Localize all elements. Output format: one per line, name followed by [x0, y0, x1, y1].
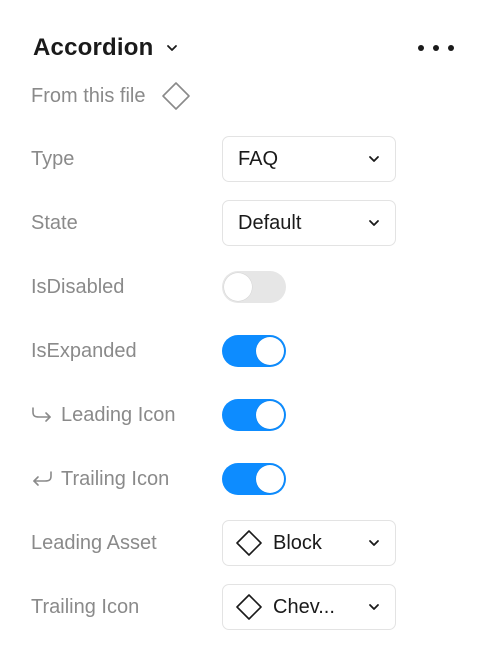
property-row-trailing-icon-swap: Trailing Icon Chev...	[31, 583, 451, 631]
properties-panel: Accordion From this file Type FAQ State …	[0, 0, 478, 655]
select-value: FAQ	[238, 147, 279, 170]
isexpanded-toggle[interactable]	[222, 335, 286, 367]
property-label: Trailing Icon	[31, 595, 140, 618]
leading-asset-select[interactable]: Block	[222, 520, 396, 566]
leading-icon-toggle[interactable]	[222, 399, 286, 431]
property-row-state: State Default	[31, 199, 451, 247]
component-diamond-icon[interactable]	[161, 81, 191, 111]
more-dot-icon	[448, 45, 454, 51]
component-diamond-icon	[235, 529, 263, 557]
return-arrow-icon	[31, 470, 53, 488]
more-dot-icon	[433, 45, 439, 51]
property-row-leading-icon: Leading Icon	[31, 391, 451, 439]
chevron-down-icon	[367, 536, 381, 550]
state-select[interactable]: Default	[222, 200, 396, 246]
property-label: Leading Icon	[61, 403, 176, 426]
chevron-down-icon[interactable]	[165, 41, 179, 55]
toggle-knob	[256, 401, 284, 429]
select-value: Block	[273, 531, 322, 554]
type-select[interactable]: FAQ	[222, 136, 396, 182]
toggle-knob	[256, 337, 284, 365]
toggle-knob	[256, 465, 284, 493]
more-dot-icon	[418, 45, 424, 51]
property-label-container: Leading Icon	[31, 404, 222, 427]
select-value: Chev...	[273, 595, 335, 618]
component-source: From this file	[31, 80, 191, 112]
property-row-leading-asset: Leading Asset Block	[31, 519, 451, 567]
trailing-icon-select[interactable]: Chev...	[222, 584, 396, 630]
component-title: Accordion	[33, 34, 154, 61]
nested-instance-arrow-icon	[31, 406, 53, 424]
property-label: IsDisabled	[31, 275, 125, 298]
chevron-down-icon	[367, 216, 381, 230]
property-label: Type	[31, 147, 75, 170]
component-diamond-icon	[235, 593, 263, 621]
select-value: Default	[238, 211, 302, 234]
property-label: State	[31, 211, 78, 234]
property-row-trailing-icon: Trailing Icon	[31, 455, 451, 503]
property-label-container: Trailing Icon	[31, 468, 222, 491]
toggle-knob	[224, 273, 252, 301]
panel-header: Accordion	[33, 28, 458, 68]
property-row-isexpanded: IsExpanded	[31, 327, 451, 375]
property-label: Leading Asset	[31, 531, 157, 554]
more-options-button[interactable]	[418, 36, 454, 60]
chevron-down-icon	[367, 152, 381, 166]
trailing-icon-toggle[interactable]	[222, 463, 286, 495]
property-row-isdisabled: IsDisabled	[31, 263, 451, 311]
property-row-type: Type FAQ	[31, 135, 451, 183]
isdisabled-toggle[interactable]	[222, 271, 286, 303]
chevron-down-icon	[367, 600, 381, 614]
source-label: From this file	[31, 84, 146, 107]
property-label: IsExpanded	[31, 339, 137, 362]
property-label: Trailing Icon	[61, 467, 170, 490]
